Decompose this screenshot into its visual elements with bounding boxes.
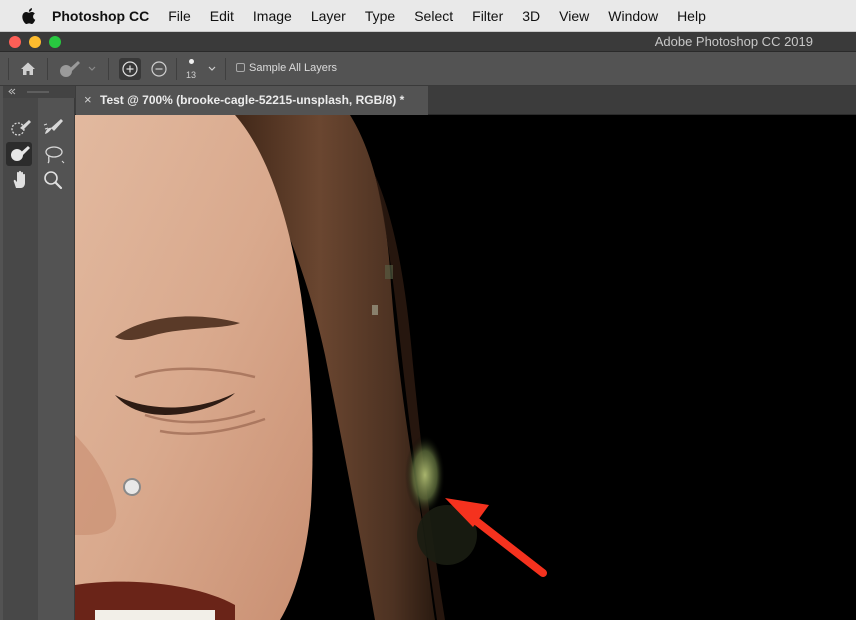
options-separator	[176, 58, 177, 80]
window-zoom-button[interactable]	[49, 36, 61, 48]
close-document-icon[interactable]: ×	[84, 92, 92, 107]
nose-ring	[123, 478, 141, 496]
menu-filter[interactable]: Filter	[472, 8, 503, 24]
options-separator	[47, 58, 48, 80]
home-icon[interactable]	[19, 60, 37, 78]
zoom-icon	[44, 171, 63, 190]
quick-selection-brush-icon[interactable]	[58, 59, 82, 79]
tools-panel-grip[interactable]	[3, 86, 75, 98]
lasso-tool[interactable]	[40, 142, 66, 166]
collapse-panel-icon[interactable]	[8, 88, 16, 95]
refine-edge-brush-tool[interactable]	[40, 116, 66, 140]
subtract-from-selection-icon[interactable]	[149, 59, 169, 79]
window-title: Adobe Photoshop CC 2019	[654, 34, 813, 49]
document-tab[interactable]: × Test @ 700% (brooke-cagle-52215-unspla…	[76, 86, 428, 115]
window-title-bar: Adobe Photoshop CC 2019	[0, 32, 856, 52]
teeth	[95, 610, 215, 620]
menu-image[interactable]: Image	[253, 8, 292, 24]
add-to-selection-icon	[122, 61, 138, 77]
green-fringe	[405, 435, 445, 515]
menu-select[interactable]: Select	[414, 8, 453, 24]
document-tab-title[interactable]: Test @ 700% (brooke-cagle-52215-unsplash…	[100, 93, 404, 107]
zoom-tool[interactable]	[40, 168, 66, 192]
menu-help[interactable]: Help	[677, 8, 706, 24]
hair-speck	[385, 265, 393, 279]
menu-file[interactable]: File	[168, 8, 191, 24]
hand-tool[interactable]	[8, 168, 34, 192]
menu-bar: Photoshop CC File Edit Image Layer Type …	[0, 0, 856, 32]
menu-type[interactable]: Type	[365, 8, 395, 24]
menu-layer[interactable]: Layer	[311, 8, 346, 24]
brush-size-value[interactable]: 13	[186, 70, 196, 80]
window-minimize-button[interactable]	[29, 36, 41, 48]
menu-window[interactable]: Window	[608, 8, 658, 24]
brush-preview-dot[interactable]	[189, 59, 194, 64]
brush-icon	[11, 146, 30, 161]
chevron-down-icon[interactable]	[88, 66, 96, 72]
options-separator	[108, 58, 109, 80]
app-menu-photoshop[interactable]: Photoshop CC	[52, 8, 149, 24]
menu-edit[interactable]: Edit	[210, 8, 234, 24]
add-to-selection-button[interactable]	[119, 58, 141, 80]
document-canvas[interactable]	[75, 115, 856, 620]
panel-drag-handle[interactable]	[27, 91, 49, 93]
canvas-image	[75, 115, 547, 620]
refine-edge-brush-icon	[43, 119, 63, 134]
menu-view[interactable]: View	[559, 8, 589, 24]
sample-all-layers-checkbox[interactable]	[236, 63, 245, 72]
quick-selection-tool[interactable]	[8, 116, 34, 140]
tools-panel	[0, 86, 75, 620]
hand-icon	[13, 170, 25, 188]
hair-speck	[372, 305, 378, 315]
apple-logo-icon[interactable]	[20, 7, 36, 25]
options-bar: 13 Sample All Layers	[0, 52, 856, 86]
options-separator	[225, 58, 226, 80]
brush-tool[interactable]	[6, 142, 32, 166]
window-close-button[interactable]	[9, 36, 21, 48]
lasso-icon	[45, 146, 65, 164]
document-tab-strip: × Test @ 700% (brooke-cagle-52215-unspla…	[75, 86, 856, 115]
menu-3d[interactable]: 3D	[522, 8, 540, 24]
options-separator	[8, 58, 9, 80]
quick-selection-icon	[11, 120, 31, 136]
sample-all-layers-label[interactable]: Sample All Layers	[249, 62, 337, 74]
brush-picker-chevron-icon[interactable]	[208, 66, 216, 72]
